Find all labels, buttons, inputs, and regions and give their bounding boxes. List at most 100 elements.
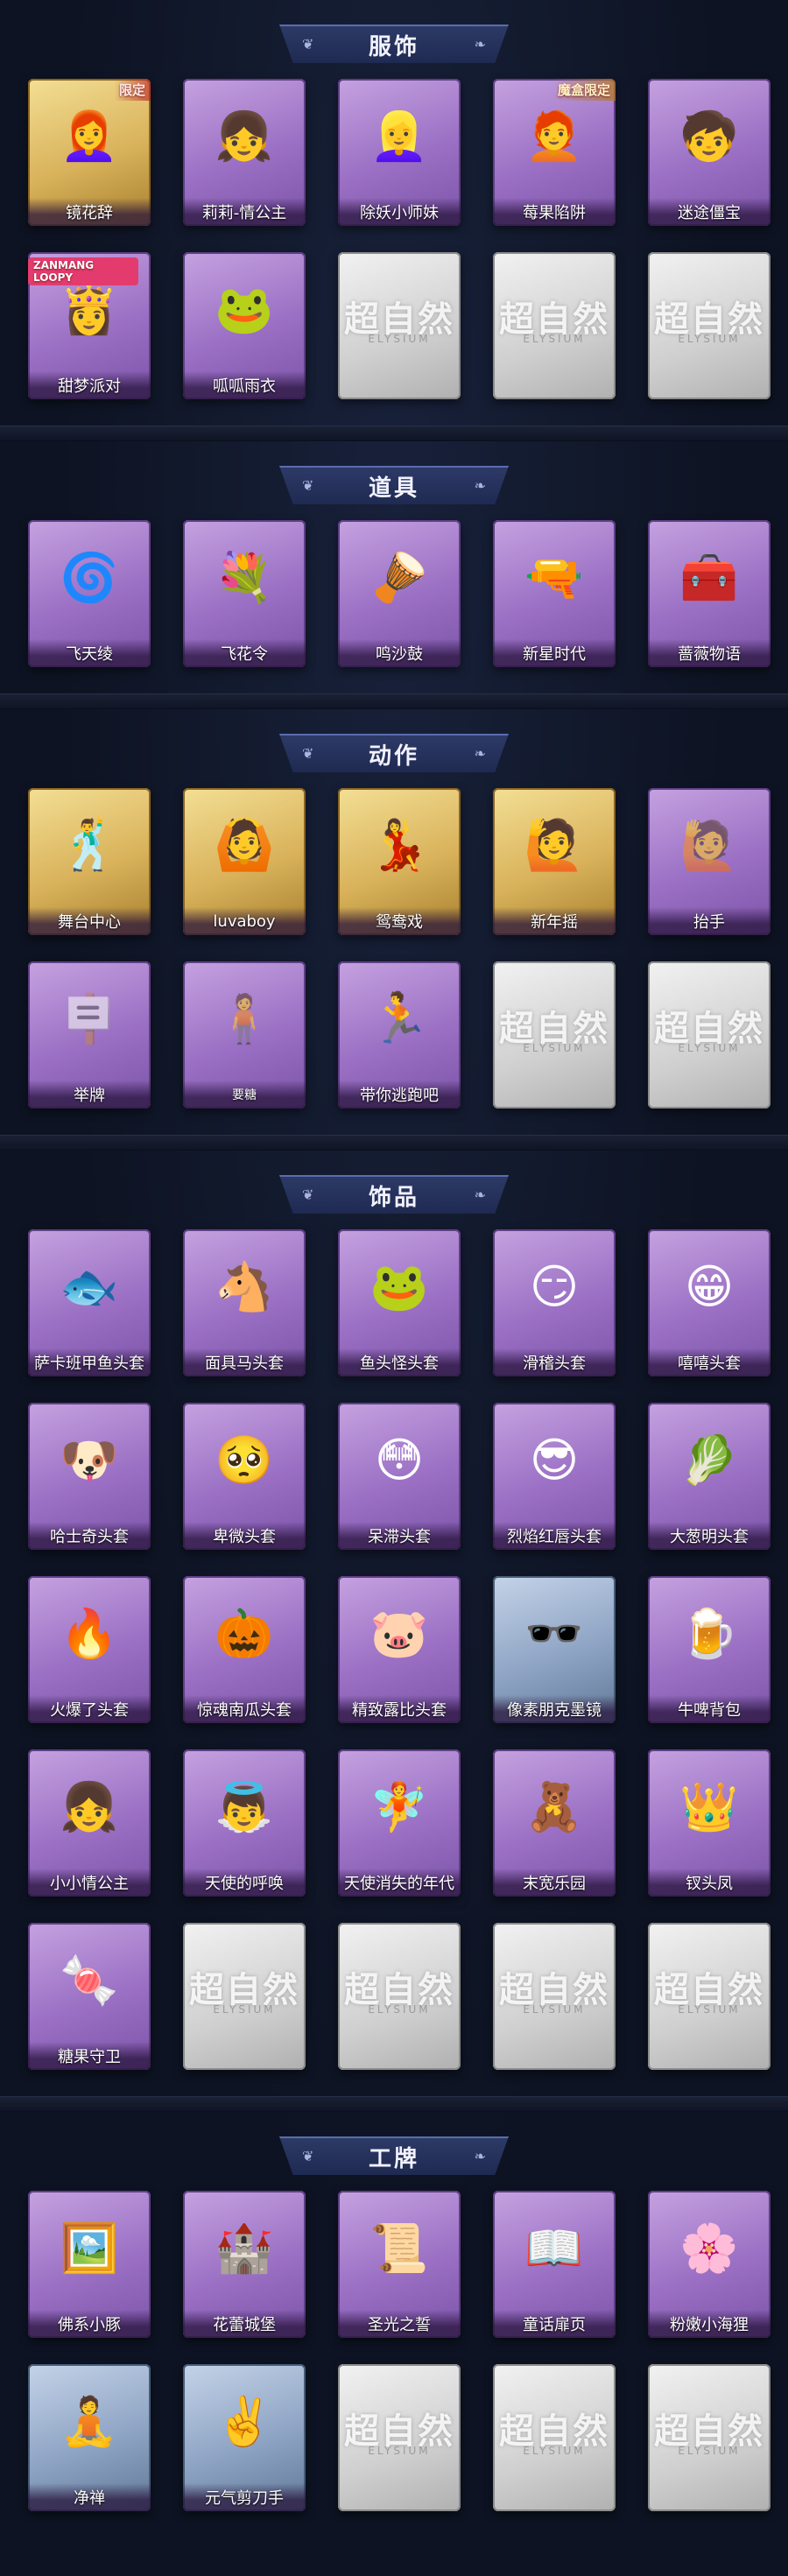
item-card[interactable]: 🎃 惊魂南瓜头套 — [183, 1576, 306, 1723]
humble-face-icon: 🥺 — [215, 1432, 274, 1488]
item-card[interactable]: 🕶️ 像素朋克墨镜 — [493, 1576, 616, 1723]
item-label: 莓果陷阱 — [493, 198, 616, 226]
item-card[interactable]: 🖼️ 佛系小豚 — [28, 2191, 151, 2338]
empty-slot[interactable]: 超自然 ELYSIUM — [493, 252, 616, 399]
item-card[interactable]: 🌸 粉嫩小海狸 — [648, 2191, 770, 2338]
item-card[interactable]: 🐷 精致露比头套 — [338, 1576, 461, 1723]
section-divider — [0, 693, 788, 709]
item-card[interactable]: 🥺 卑微头套 — [183, 1403, 306, 1550]
item-card[interactable]: 🔫 新星时代 — [493, 520, 616, 667]
item-card[interactable]: 🍺 牛啤背包 — [648, 1576, 770, 1723]
section-title: 饰品 — [368, 1184, 419, 1211]
empty-slot-watermark-sub: ELYSIUM — [368, 2445, 431, 2457]
section-title: 服饰 — [368, 33, 419, 60]
item-card[interactable]: ✌️ 元气剪刀手 — [183, 2364, 306, 2511]
item-card[interactable]: 😳 呆滞头套 — [338, 1403, 461, 1550]
item-card[interactable]: 🧑‍🦰 魔盒限定 莓果陷阱 — [493, 79, 616, 226]
item-grid: 🌀 飞天绫 💐 飞花令 🪘 鸣沙鼓 🔫 新星时代 🧰 蔷薇物语 — [0, 520, 788, 667]
sign-holder-icon: 🪧 — [60, 991, 119, 1046]
item-card[interactable]: 🙋 新年摇 — [493, 788, 616, 935]
item-tag: 魔盒限定 — [552, 79, 616, 101]
item-card[interactable]: 👱‍♀️ 除妖小师妹 — [338, 79, 461, 226]
item-card[interactable]: 💐 飞花令 — [183, 520, 306, 667]
raise-hand-icon: 🙋 — [679, 818, 739, 873]
item-label: 鸳鸯戏 — [338, 907, 461, 935]
item-card[interactable]: 👼 天使的呼唤 — [183, 1749, 306, 1897]
item-label: 像素朋克墨镜 — [493, 1695, 616, 1723]
empty-slot[interactable]: 超自然 ELYSIUM — [648, 2364, 770, 2511]
item-card[interactable]: 🧚 天使消失的年代 — [338, 1749, 461, 1897]
item-card[interactable]: 🧸 末宽乐园 — [493, 1749, 616, 1897]
item-label: 圣光之誓 — [338, 2310, 461, 2338]
item-row: 👧 小小情公主 👼 天使的呼唤 🧚 天使消失的年代 🧸 末宽乐园 👑 钗头凤 — [28, 1749, 788, 1897]
empty-slot[interactable]: 超自然 ELYSIUM — [493, 1923, 616, 2070]
empty-slot-watermark-sub: ELYSIUM — [523, 2445, 586, 2457]
ornament-left-icon: ❦ — [302, 477, 314, 494]
empty-slot[interactable]: 超自然 ELYSIUM — [648, 252, 770, 399]
empty-slot[interactable]: 超自然 ELYSIUM — [338, 252, 461, 399]
fairy-page-badge-icon: 📖 — [524, 2221, 584, 2276]
dance-pose-icon: 🙋 — [524, 817, 585, 874]
empty-slot[interactable]: 超自然 ELYSIUM — [493, 961, 616, 1109]
item-card[interactable]: 📜 圣光之誓 — [338, 2191, 461, 2338]
item-card[interactable]: 🐸 呱呱雨衣 — [183, 252, 306, 399]
item-card[interactable]: 👑 钗头凤 — [648, 1749, 770, 1897]
item-card[interactable]: 🌀 飞天绫 — [28, 520, 151, 667]
angel-girl-icon: 🧚 — [369, 1779, 429, 1834]
item-card[interactable]: 💃 鸳鸯戏 — [338, 788, 461, 935]
item-card[interactable]: 🏃 带你逃跑吧 — [338, 961, 461, 1109]
item-grid: 🕺 舞台中心 🙆 luvaboy 💃 鸳鸯戏 🙋 新年摇 🙋 抬手 🪧 举牌 🧍 要糖 🏃 带你逃跑吧 超自然 E… — [0, 788, 788, 1109]
item-card[interactable]: 🧍 要糖 — [183, 961, 306, 1109]
holy-light-badge-icon: 📜 — [369, 2221, 429, 2276]
item-label: 飞花令 — [183, 639, 306, 667]
empty-slot[interactable]: 超自然 ELYSIUM — [338, 2364, 461, 2511]
paradise-doll-icon: 🧸 — [524, 1779, 584, 1834]
item-row: 🌀 飞天绫 💐 飞花令 🪘 鸣沙鼓 🔫 新星时代 🧰 蔷薇物语 — [28, 520, 788, 667]
item-card[interactable]: 🕺 舞台中心 — [28, 788, 151, 935]
empty-slot-watermark-sub: ELYSIUM — [678, 1042, 741, 1054]
section-banner: ❦ 道具 ❧ — [279, 466, 509, 504]
pink-hair-girl-icon: 👧 — [215, 109, 274, 164]
item-card[interactable]: 🪘 鸣沙鼓 — [338, 520, 461, 667]
item-card[interactable]: 👩‍🦰 限定 镜花辞 — [28, 79, 151, 226]
item-card[interactable]: 🐶 哈士奇头套 — [28, 1403, 151, 1550]
scallion-head-icon: 🥬 — [679, 1432, 739, 1488]
empty-slot-watermark-sub: ELYSIUM — [368, 2003, 431, 2016]
item-card[interactable]: 😁 嘻嘻头套 — [648, 1229, 770, 1376]
section-header: ❦ 饰品 ❧ — [0, 1151, 788, 1229]
item-card[interactable]: 🏰 花蕾城堡 — [183, 2191, 306, 2338]
empty-slot[interactable]: 超自然 ELYSIUM — [493, 2364, 616, 2511]
item-card[interactable]: 📖 童话扉页 — [493, 2191, 616, 2338]
item-card[interactable]: 🍬 糖果守卫 — [28, 1923, 151, 2070]
item-label: 抬手 — [648, 907, 770, 935]
item-label: 呆滞头套 — [338, 1522, 461, 1550]
ornament-right-icon: ❧ — [474, 36, 486, 53]
item-card[interactable]: 👧 莉莉-情公主 — [183, 79, 306, 226]
item-card[interactable]: 🙆 luvaboy — [183, 788, 306, 935]
section-title: 工牌 — [368, 2145, 419, 2172]
empty-slot[interactable]: 超自然 ELYSIUM — [648, 961, 770, 1109]
empty-slot[interactable]: 超自然 ELYSIUM — [648, 1923, 770, 2070]
fire-head-icon: 🔥 — [60, 1606, 119, 1661]
zen-badge-icon: 🧘 — [60, 2394, 119, 2449]
item-card[interactable]: 🙋 抬手 — [648, 788, 770, 935]
item-card[interactable]: 😏 滑稽头套 — [493, 1229, 616, 1376]
smirk-face-icon: 😏 — [529, 1259, 580, 1314]
item-card[interactable]: 🧘 净禅 — [28, 2364, 151, 2511]
item-card[interactable]: 🪧 举牌 — [28, 961, 151, 1109]
section-title: 动作 — [368, 743, 419, 770]
item-card[interactable]: 🐟 萨卡班甲鱼头套 — [28, 1229, 151, 1376]
item-label: 面具马头套 — [183, 1348, 306, 1376]
item-card[interactable]: 🔥 火爆了头套 — [28, 1576, 151, 1723]
item-card[interactable]: 🧰 蔷薇物语 — [648, 520, 770, 667]
item-card[interactable]: 👧 小小情公主 — [28, 1749, 151, 1897]
item-card[interactable]: 🐸 鱼头怪头套 — [338, 1229, 461, 1376]
item-card[interactable]: 😎 烈焰红唇头套 — [493, 1403, 616, 1550]
item-card[interactable]: 🧒 迷途僵宝 — [648, 79, 770, 226]
empty-slot[interactable]: 超自然 ELYSIUM — [183, 1923, 306, 2070]
candy-request-icon: 🧍 — [215, 991, 274, 1046]
empty-slot[interactable]: 超自然 ELYSIUM — [338, 1923, 461, 2070]
item-card[interactable]: 👸 ZANMANG LOOPY 甜梦派对 — [28, 252, 151, 399]
item-card[interactable]: 🥬 大葱明头套 — [648, 1403, 770, 1550]
item-card[interactable]: 🐴 面具马头套 — [183, 1229, 306, 1376]
